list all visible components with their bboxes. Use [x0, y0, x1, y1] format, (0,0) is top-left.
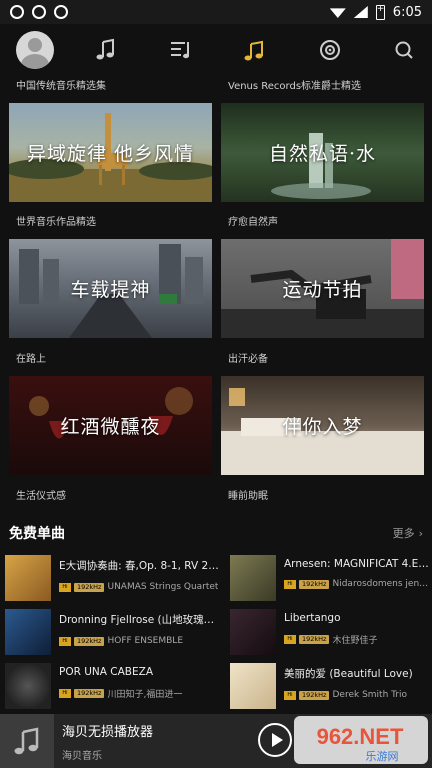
status-time: 6:05 — [392, 4, 422, 20]
hires-badge-icon: Hi — [59, 636, 71, 646]
song-item[interactable]: POR UNA CABEZA Hi 192kHz 川田知子,福田进一 — [5, 663, 215, 709]
category-title: 运动节拍 — [282, 279, 363, 301]
category-caption: 中国传统音乐精选集 — [16, 81, 106, 92]
song-artist: Nidarosdomens jentekor — [332, 579, 430, 589]
hires-badge-icon: Hi — [284, 579, 296, 589]
category-title: 自然私语·水 — [268, 143, 377, 165]
category-title: 异域旋律 他乡风情 — [26, 143, 195, 165]
site-watermark-logo: 962.NET 乐游网 — [294, 716, 428, 764]
player-subtitle: 海贝音乐 — [62, 751, 102, 762]
radio-icon[interactable] — [314, 34, 346, 66]
song-artist: UNAMAS Strings Quartet — [107, 582, 219, 592]
category-caption: 世界音乐作品精选 — [16, 217, 96, 228]
album-cover — [5, 555, 51, 601]
category-caption: 出汗必备 — [228, 354, 268, 365]
album-cover — [5, 609, 51, 655]
song-artist: 川田知子,福田进一 — [107, 690, 183, 700]
status-bar: 6:05 — [0, 0, 432, 24]
signal-icon — [353, 6, 368, 18]
song-item[interactable]: 美丽的爱 (Beautiful Love) Hi 192kHz Derek Sm… — [230, 663, 430, 709]
play-button[interactable] — [258, 723, 292, 757]
music-note-icon[interactable] — [90, 34, 122, 66]
search-icon[interactable] — [388, 34, 420, 66]
song-item[interactable]: Libertango Hi 192kHz 木住野佳子 — [230, 609, 430, 655]
free-songs-header: 免费单曲 更多 › — [9, 522, 423, 544]
song-title: 美丽的爱 (Beautiful Love) — [284, 668, 413, 680]
quality-badge: 192kHz — [299, 579, 330, 589]
category-caption: 生活仪式感 — [16, 491, 66, 502]
category-title: 红酒微醺夜 — [60, 416, 161, 438]
avatar[interactable] — [16, 31, 54, 69]
category-title: 伴你入梦 — [282, 416, 363, 438]
category-caption: 睡前助眠 — [228, 491, 268, 502]
battery-icon — [375, 4, 385, 20]
hires-music-icon[interactable] — [239, 34, 271, 66]
playlist-icon[interactable] — [165, 34, 197, 66]
chevron-right-icon: › — [418, 526, 423, 540]
hires-badge-icon: Hi — [59, 689, 71, 698]
category-tile-car[interactable]: 车载提神 — [9, 239, 212, 338]
category-tile-world[interactable]: 异域旋律 他乡风情 — [9, 103, 212, 202]
player-title: 海贝无损播放器 — [62, 725, 154, 740]
song-title: POR UNA CABEZA — [59, 666, 154, 678]
quality-badge: 192kHz — [74, 582, 105, 592]
more-link[interactable]: 更多 › — [393, 525, 423, 541]
notification-icon — [10, 5, 24, 19]
category-caption: Venus Records标准爵士精选 — [228, 81, 362, 92]
hires-badge-icon: Hi — [284, 635, 296, 644]
song-title: Libertango — [284, 612, 341, 624]
quality-badge: 192kHz — [299, 635, 330, 644]
quality-badge: 192kHz — [299, 690, 330, 700]
album-cover — [230, 555, 276, 601]
category-tile-sleep[interactable]: 伴你入梦 — [221, 376, 424, 475]
category-caption: 疗愈自然声 — [228, 217, 278, 228]
song-item[interactable]: Arnesen: MAGNIFICAT 4.Et... Hi 192kHz Ni… — [230, 555, 430, 601]
album-cover — [230, 609, 276, 655]
wifi-icon — [329, 8, 346, 18]
category-tile-sport[interactable]: 运动节拍 — [221, 239, 424, 338]
album-cover — [230, 663, 276, 709]
song-item[interactable]: Dronning Fjellrose (山地玫瑰女王) Hi 192kHz HO… — [5, 609, 219, 655]
player-artwork — [0, 714, 54, 768]
sync-icon — [32, 5, 46, 19]
category-caption: 在路上 — [16, 354, 46, 365]
song-item[interactable]: E大调协奏曲: 春,Op. 8-1, RV 269 Hi 192kHz UNAM… — [5, 555, 219, 601]
category-tile-wine[interactable]: 红酒微醺夜 — [9, 376, 212, 475]
more-label: 更多 — [392, 527, 415, 540]
music-note-icon — [14, 727, 39, 755]
quality-badge: 192kHz — [74, 689, 105, 698]
sync-icon-2 — [54, 5, 68, 19]
svg-text:962.NET: 962.NET — [317, 724, 404, 749]
song-artist: 木住野佳子 — [332, 636, 378, 646]
section-title: 免费单曲 — [9, 526, 65, 542]
song-title: E大调协奏曲: 春,Op. 8-1, RV 269 — [59, 560, 219, 572]
song-title: Dronning Fjellrose (山地玫瑰女王) — [59, 614, 219, 626]
hires-badge-icon: Hi — [59, 582, 71, 592]
song-artist: Derek Smith Trio — [332, 690, 408, 700]
hires-badge-icon: Hi — [284, 690, 296, 700]
song-title: Arnesen: MAGNIFICAT 4.Et... — [284, 558, 430, 570]
song-artist: HOFF ENSEMBLE — [107, 636, 184, 646]
svg-text:乐游网: 乐游网 — [366, 750, 399, 763]
top-nav — [0, 24, 432, 76]
category-title: 车载提神 — [70, 279, 151, 301]
category-tile-nature-water[interactable]: 自然私语·水 — [221, 103, 424, 202]
album-cover — [5, 663, 51, 709]
quality-badge: 192kHz — [74, 636, 105, 646]
